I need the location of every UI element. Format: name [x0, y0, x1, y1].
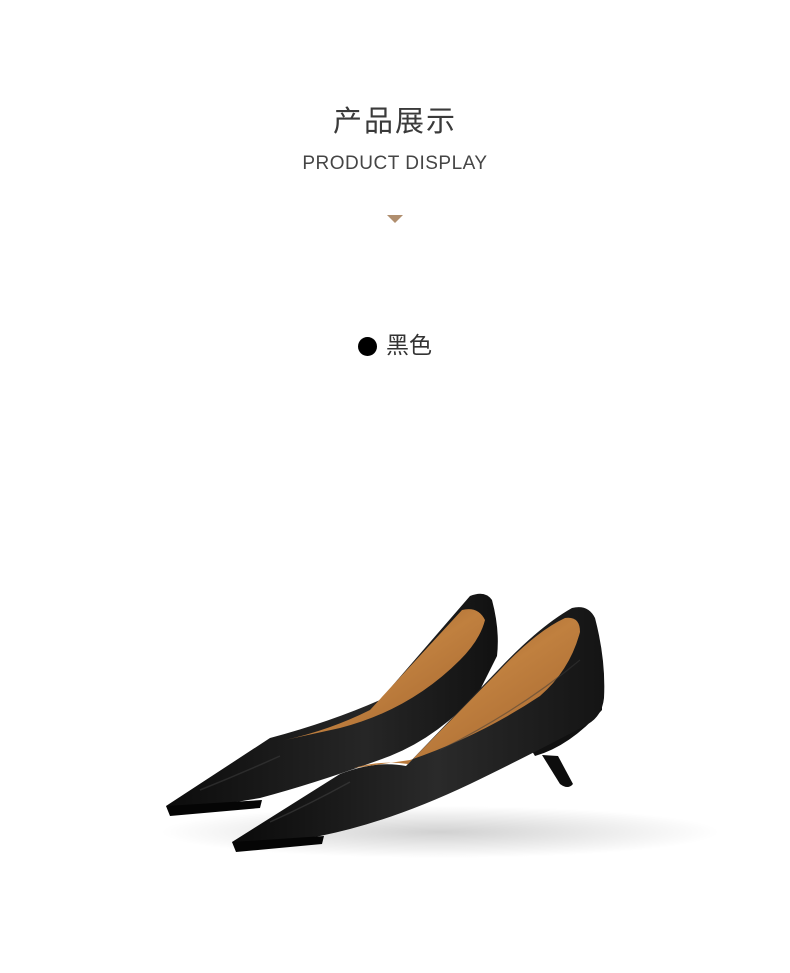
color-variant-label: 黑色	[386, 333, 432, 359]
color-variant-row: 黑色	[0, 331, 790, 361]
section-title: 产品展示	[332, 104, 457, 138]
divider-arrow-icon	[387, 215, 403, 223]
section-subtitle: PRODUCT DISPLAY	[302, 153, 488, 174]
product-photo	[160, 593, 720, 858]
color-swatch-dot	[358, 336, 377, 356]
